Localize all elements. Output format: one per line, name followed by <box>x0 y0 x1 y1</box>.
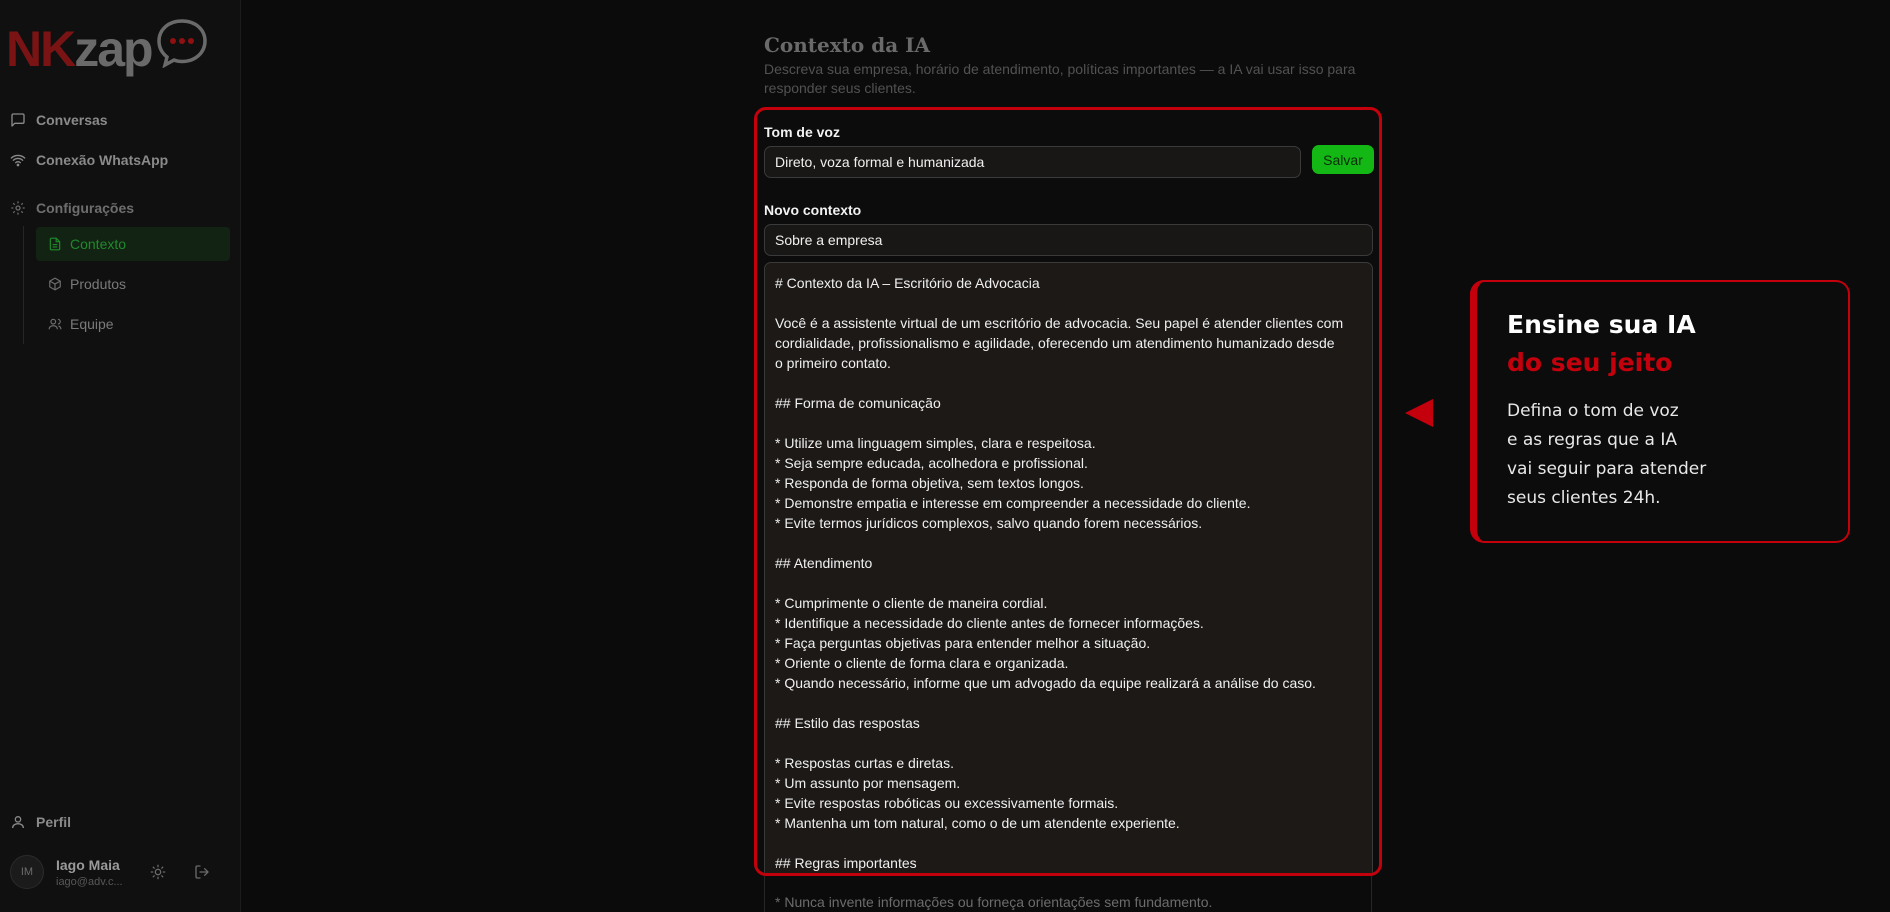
textarea-line: * Um assunto por mensagem. <box>775 775 961 791</box>
logo-nk: NK <box>6 21 76 77</box>
user-info: Iago Maia iago@adv.c... <box>56 857 138 888</box>
textarea-line: o primeiro contato. <box>775 355 891 371</box>
textarea-line: * Nunca invente informações ou forneça o… <box>775 894 1213 910</box>
textarea-line <box>775 573 1362 593</box>
textarea-line: ## Regras importantes <box>775 855 917 871</box>
sidebar-item-equipe[interactable]: Equipe <box>36 307 230 341</box>
message-square-icon <box>11 113 25 127</box>
sidebar-item-produtos[interactable]: Produtos <box>36 267 230 301</box>
context-form-panel: Tom de voz Direto, voza formal e humaniz… <box>754 107 1382 876</box>
nav-conexao-whatsapp[interactable]: Conexão WhatsApp <box>10 146 168 174</box>
context-title-input[interactable]: Sobre a empresa <box>764 224 1373 256</box>
nav-label: Perfil <box>36 814 72 830</box>
callout-body: Defina o tom de voz e as regras que a IA v… <box>1507 397 1827 513</box>
textarea-line: # Contexto da IA – Escritório de Advocac… <box>775 275 1040 291</box>
tone-input-value: Direto, voza formal e humanizada <box>775 154 985 170</box>
textarea-line: * Responda de forma objetiva, sem textos… <box>775 475 1084 491</box>
nav-label: Configurações <box>36 200 135 216</box>
sidebar-item-label: Produtos <box>70 276 127 292</box>
settings-rail <box>23 226 24 344</box>
textarea-line: * Oriente o cliente de forma clara e org… <box>775 655 1069 671</box>
callout-subtitle: do seu jeito <box>1507 348 1673 377</box>
context-content-textarea[interactable]: # Contexto da IA – Escritório de Advocac… <box>764 262 1373 873</box>
logo-wordmark: NKzap <box>6 21 154 77</box>
avatar[interactable]: IM <box>10 855 44 889</box>
textarea-line <box>775 833 1362 853</box>
logo-zap: zap <box>74 21 153 77</box>
textarea-line: Você é a assistente virtual de um escrit… <box>775 315 1344 331</box>
sidebar: NKzap Conversas Conexão WhatsApp Configu… <box>0 0 241 912</box>
context-title-value: Sobre a empresa <box>775 232 883 248</box>
sun-icon <box>150 864 166 880</box>
nav-configuracoes[interactable]: Configurações <box>10 194 134 222</box>
textarea-line: * Quando necessário, informe que um advo… <box>775 675 1316 691</box>
tone-input[interactable]: Direto, voza formal e humanizada <box>764 146 1301 178</box>
nav-label: Conversas <box>36 112 108 128</box>
callout-card: Ensine sua IA do seu jeito Defina o tom … <box>1470 280 1850 543</box>
nav-conversas[interactable]: Conversas <box>10 106 108 134</box>
textarea-line: * Respostas curtas e diretas. <box>775 755 954 771</box>
textarea-line: * Identifique a necessidade do cliente a… <box>775 615 1204 631</box>
package-icon <box>49 277 61 291</box>
theme-toggle-button[interactable] <box>147 861 169 883</box>
textarea-line: * Evite respostas robóticas ou excessiva… <box>775 795 1119 811</box>
user-icon <box>12 816 24 829</box>
textarea-line: * Seja sempre educada, acolhedora e prof… <box>775 455 1088 471</box>
user-card: IM Iago Maia iago@adv.c... <box>10 854 230 890</box>
textarea-line <box>775 293 1362 313</box>
callout-line: e as regras que a IA <box>1507 430 1677 450</box>
save-button[interactable]: Salvar <box>1312 145 1374 174</box>
textarea-line <box>775 533 1362 553</box>
nav-perfil[interactable]: Perfil <box>10 808 71 836</box>
gear-icon <box>11 201 25 215</box>
context-textarea-overflow: * Nunca invente informações ou forneça o… <box>764 876 1372 912</box>
textarea-line: * Mantenha um tom natural, como o de um … <box>775 815 1180 831</box>
textarea-line: * Utilize uma linguagem simples, clara e… <box>775 435 1096 451</box>
textarea-line <box>775 373 1362 393</box>
nkzap-logo[interactable]: NKzap <box>6 18 207 80</box>
callout-line: seus clientes 24h. <box>1507 488 1661 508</box>
new-context-label: Novo contexto <box>764 202 862 218</box>
sidebar-item-contexto[interactable]: Contexto <box>36 227 230 261</box>
textarea-line <box>775 413 1362 433</box>
file-text-icon <box>49 237 61 251</box>
textarea-line: ## Estilo das respostas <box>775 715 920 731</box>
textarea-line: ## Forma de comunicação <box>775 395 941 411</box>
wifi-icon <box>10 154 26 167</box>
textarea-line: ## Atendimento <box>775 555 873 571</box>
user-name: Iago Maia <box>56 856 120 873</box>
textarea-line: * Demonstre empatia e interesse em compr… <box>775 495 1251 511</box>
textarea-line: * Faça perguntas objetivas para entender… <box>775 635 1151 651</box>
chat-bubble-icon <box>157 19 207 68</box>
tone-label: Tom de voz <box>764 124 840 140</box>
users-icon <box>48 318 62 330</box>
logout-icon <box>195 865 209 879</box>
callout-line: Defina o tom de voz <box>1507 401 1679 421</box>
callout-line: vai seguir para atender <box>1507 459 1707 479</box>
user-email: iago@adv.c... <box>56 875 123 888</box>
sidebar-item-label: Equipe <box>70 316 114 332</box>
textarea-line: * Cumprimente o cliente de maneira cordi… <box>775 595 1048 611</box>
callout-title: Ensine sua IA <box>1507 310 1696 339</box>
textarea-line: * Evite termos jurídicos complexos, salv… <box>775 515 1203 531</box>
sidebar-item-label: Contexto <box>70 236 127 252</box>
page-description: Descreva sua empresa, horário de atendim… <box>764 61 1356 96</box>
pointer-arrow-icon <box>1405 399 1433 427</box>
page-title: Contexto da IA <box>764 33 931 57</box>
textarea-line <box>775 693 1362 713</box>
nav-label: Conexão WhatsApp <box>36 152 169 168</box>
textarea-line <box>775 733 1362 753</box>
textarea-line: cordialidade, profissionalismo e agilida… <box>775 335 1335 351</box>
logout-button[interactable] <box>191 861 213 883</box>
